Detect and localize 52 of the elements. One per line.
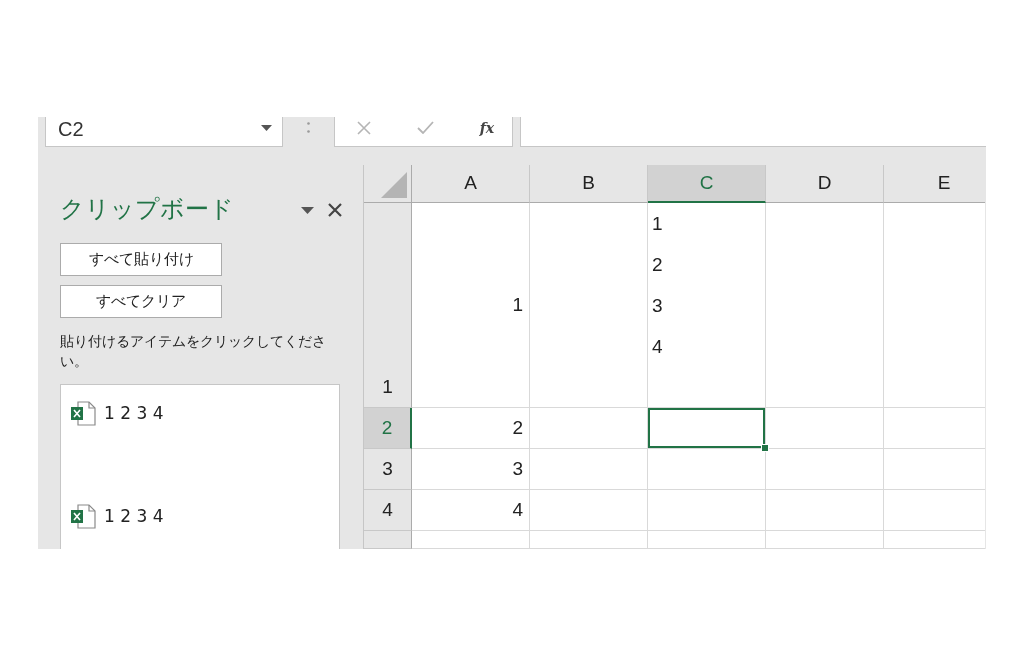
spreadsheet-cell[interactable]: 1 xyxy=(412,203,530,408)
row-header[interactable]: 1 xyxy=(364,203,412,408)
spreadsheet-cell[interactable] xyxy=(766,449,884,490)
caret-icon[interactable] xyxy=(261,125,272,131)
column-header[interactable]: D xyxy=(766,165,884,203)
spreadsheet-cell[interactable] xyxy=(530,449,648,490)
select-all-icon[interactable] xyxy=(381,172,407,198)
cancel-icon[interactable] xyxy=(357,120,371,135)
spreadsheet-cell[interactable] xyxy=(884,490,985,531)
spreadsheet-cell[interactable] xyxy=(766,531,884,549)
spreadsheet-cell[interactable] xyxy=(884,203,985,408)
spreadsheet-cell[interactable] xyxy=(412,531,530,549)
spreadsheet-cell[interactable] xyxy=(766,408,884,449)
spreadsheet-file-icon xyxy=(70,504,96,529)
spreadsheet-cell[interactable] xyxy=(648,408,766,449)
paste-all-button[interactable]: すべて貼り付け xyxy=(60,243,222,276)
spreadsheet-cell[interactable]: 3 xyxy=(412,449,530,490)
spreadsheet-cell[interactable] xyxy=(530,531,648,549)
spreadsheet-cell[interactable] xyxy=(530,490,648,531)
spreadsheet-cell[interactable]: 4 xyxy=(412,490,530,531)
row-header[interactable]: 4 xyxy=(364,490,412,531)
caret-icon[interactable] xyxy=(301,206,314,214)
spreadsheet-cell[interactable]: 2 xyxy=(412,408,530,449)
row-header[interactable]: 2 xyxy=(364,408,412,449)
spreadsheet-cell[interactable] xyxy=(530,408,648,449)
column-header[interactable]: A xyxy=(412,165,530,203)
clipboard-item[interactable]: 1 2 3 4 xyxy=(61,385,339,488)
spreadsheet-cell[interactable] xyxy=(648,531,766,549)
clear-all-button[interactable]: すべてクリア xyxy=(60,285,222,318)
spreadsheet-cell[interactable] xyxy=(648,449,766,490)
clipboard-item[interactable]: 1 2 3 4 xyxy=(61,488,339,549)
spreadsheet-cell[interactable] xyxy=(766,490,884,531)
grip-icon[interactable] xyxy=(307,121,310,133)
spreadsheet-cell[interactable] xyxy=(766,203,884,408)
close-icon[interactable] xyxy=(328,203,342,217)
check-icon[interactable] xyxy=(416,121,434,134)
spreadsheet-cell[interactable] xyxy=(530,203,648,408)
column-header[interactable]: B xyxy=(530,165,648,203)
instruction-text: 貼り付けるアイテムをクリックしてください。 xyxy=(60,332,327,371)
spreadsheet-cell[interactable] xyxy=(884,449,985,490)
spreadsheet-cell[interactable]: 1 2 3 4 xyxy=(648,203,766,408)
row-header[interactable] xyxy=(364,531,412,549)
pane-title: クリップボード xyxy=(60,194,234,224)
row-header[interactable]: 3 xyxy=(364,449,412,490)
spreadsheet-cell[interactable] xyxy=(648,490,766,531)
fill-handle[interactable] xyxy=(761,444,769,452)
name-box[interactable]: C2 xyxy=(45,117,283,147)
spreadsheet-cell[interactable] xyxy=(884,408,985,449)
spreadsheet-file-icon xyxy=(70,401,96,426)
insert-function-button[interactable]: fx xyxy=(479,120,494,135)
spreadsheet-cell[interactable] xyxy=(884,531,985,549)
column-header[interactable]: C xyxy=(648,165,766,203)
